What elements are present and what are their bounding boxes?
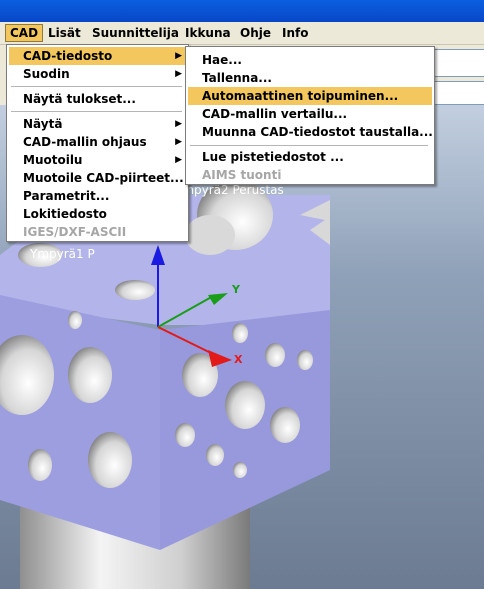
feature-label-2: Ympyrä1 P [30, 247, 95, 261]
submenu-item-aims-tuonti: AIMS tuonti [188, 166, 432, 184]
right-face-hole-6 [232, 323, 248, 343]
menu-ikkuna[interactable]: Ikkuna [181, 25, 235, 41]
feature-label-1: Ympyrä2 Perustas [175, 183, 284, 197]
menu-suunnittelija[interactable]: Suunnittelija [88, 25, 183, 41]
menu-item-label: CAD-mallin ohjaus [23, 135, 147, 149]
right-face-hole-3 [270, 407, 300, 443]
menu-item-cad-mallin-ohjaus[interactable]: CAD-mallin ohjaus ▶ [9, 133, 186, 151]
menu-separator [11, 86, 182, 87]
menu-item-muotoile-cad-piirteet[interactable]: Muotoile CAD-piirteet... [9, 169, 186, 187]
menu-separator [190, 145, 428, 146]
right-face-hole-5 [206, 444, 224, 466]
menu-item-label: AIMS tuonti [202, 168, 282, 182]
submenu-arrow-icon: ▶ [175, 137, 182, 147]
menu-item-suodin[interactable]: Suodin ▶ [9, 65, 186, 83]
submenu-item-automaattinen-toipuminen[interactable]: Automaattinen toipuminen... [188, 87, 432, 105]
left-face-hole-tiny [68, 311, 82, 329]
menu-info[interactable]: Info [278, 25, 312, 41]
submenu-item-lue-pistetiedostot[interactable]: Lue pistetiedostot ... [188, 148, 432, 166]
menu-item-label: Suodin [23, 67, 70, 81]
submenu-item-tallenna[interactable]: Tallenna... [188, 69, 432, 87]
menu-item-label: CAD-tiedosto [23, 49, 113, 63]
left-face-hole-medium [68, 347, 112, 403]
menu-item-muotoilu[interactable]: Muotoilu ▶ [9, 151, 186, 169]
menu-item-label: IGES/DXF-ASCII [23, 225, 127, 239]
menu-bar: CAD Lisät Suunnittelija Ikkuna Ohje Info [0, 22, 484, 45]
y-axis-label: Y [232, 283, 240, 296]
right-face-hole-4 [175, 423, 195, 447]
menu-item-label: Näytä [23, 117, 63, 131]
menu-lisat[interactable]: Lisät [44, 25, 85, 41]
menu-cad[interactable]: CAD [4, 24, 44, 42]
submenu-arrow-icon: ▶ [175, 119, 182, 129]
left-face-hole-lower [88, 432, 132, 488]
right-face-hole-7 [265, 343, 285, 367]
right-face-hole-8 [297, 350, 313, 370]
menu-separator [11, 111, 182, 112]
menu-item-label: Parametrit... [23, 189, 110, 203]
menu-ohje[interactable]: Ohje [236, 25, 275, 41]
menu-item-label: Hae... [202, 53, 242, 67]
submenu-arrow-icon: ▶ [175, 51, 182, 61]
menu-item-label: CAD-mallin vertailu... [202, 107, 348, 121]
x-axis-label: X [234, 353, 243, 366]
menu-item-cad-tiedosto[interactable]: CAD-tiedosto ▶ [9, 47, 186, 65]
submenu-item-hae[interactable]: Hae... [188, 51, 432, 69]
cad-menu: CAD-tiedosto ▶ Suodin ▶ Näytä tulokset..… [6, 44, 189, 242]
cad-tiedosto-submenu: Hae... Tallenna... Automaattinen toipumi… [185, 46, 435, 185]
menu-item-label: Lokitiedosto [23, 207, 107, 221]
menu-item-lokitiedosto[interactable]: Lokitiedosto [9, 205, 186, 223]
submenu-arrow-icon: ▶ [175, 155, 182, 165]
menu-item-nayta-tulokset[interactable]: Näytä tulokset... [9, 90, 186, 108]
title-bar [0, 0, 484, 22]
menu-item-label: Muotoilu [23, 153, 83, 167]
submenu-item-muunna-cad-tiedostot[interactable]: Muunna CAD-tiedostot taustalla... [188, 123, 433, 141]
menu-item-label: Muunna CAD-tiedostot taustalla... [202, 125, 433, 139]
menu-item-label: Tallenna... [202, 71, 272, 85]
menu-item-label: Näytä tulokset... [23, 92, 136, 106]
menu-item-label: Muotoile CAD-piirteet... [23, 171, 184, 185]
menu-item-parametrit[interactable]: Parametrit... [9, 187, 186, 205]
submenu-arrow-icon: ▶ [175, 69, 182, 79]
right-face-hole-2 [225, 381, 265, 429]
submenu-item-cad-mallin-vertailu[interactable]: CAD-mallin vertailu... [188, 105, 432, 123]
top-hole-small [115, 280, 155, 300]
menu-item-label: Automaattinen toipuminen... [202, 89, 399, 103]
right-face-hole-9 [233, 462, 247, 478]
menu-item-label: Lue pistetiedostot ... [202, 150, 344, 164]
menu-item-iges-dxf-ascii: IGES/DXF-ASCII [9, 223, 186, 241]
menu-item-nayta[interactable]: Näytä ▶ [9, 115, 186, 133]
left-face-hole-small [28, 449, 52, 481]
top-hole-shadow [185, 215, 235, 255]
